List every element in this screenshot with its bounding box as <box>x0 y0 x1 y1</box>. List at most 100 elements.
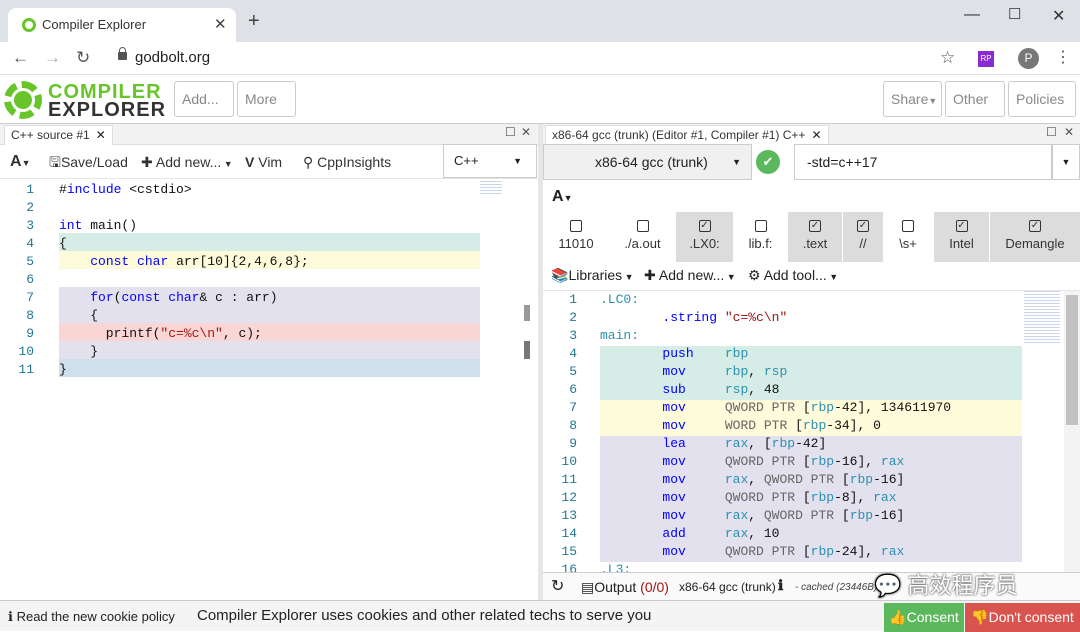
assembly-output[interactable]: 1 .LC0: 2 .string "c=%c\n" 3 main: 4 push rbp… <box>543 290 1080 572</box>
compiler-name: x86-64 gcc (trunk) <box>595 154 708 170</box>
code-line: } <box>59 362 67 377</box>
scrollbar-thumb[interactable] <box>1066 295 1078 425</box>
line-number: 3 <box>26 218 34 233</box>
minimap[interactable] <box>1024 291 1060 343</box>
asm-line: main: <box>600 328 640 343</box>
asm-line: .LC0: <box>600 292 640 307</box>
other-menu-label: Other <box>953 91 989 107</box>
checkbox-checked-icon: ✓ <box>1029 220 1041 232</box>
filter-toggle[interactable]: 11010 <box>543 212 609 262</box>
compiler-tab[interactable]: x86-64 gcc (trunk) (Editor #1, Compiler … <box>545 125 829 145</box>
caret-icon: ▼ <box>21 158 31 168</box>
cached-status: - cached (23446B) <box>795 582 878 593</box>
font-size-button[interactable]: A▼ <box>552 188 572 206</box>
thumbs-up-icon: 👍 <box>889 609 907 625</box>
vim-toggle-button[interactable]: V Vim <box>245 146 282 180</box>
new-tab-icon[interactable]: + <box>248 11 260 31</box>
save-load-button[interactable]: 🖫Save/Load <box>49 146 128 180</box>
info-icon[interactable]: ℹ <box>778 577 783 594</box>
profile-avatar[interactable]: P <box>1018 48 1039 69</box>
language-select[interactable]: C++ ▼ <box>443 144 537 178</box>
add-new-button[interactable]: ✚ Add new... ▼ <box>141 146 233 180</box>
checkbox-checked-icon: ✓ <box>955 220 968 232</box>
compiler-explorer-logo[interactable]: COMPILER EXPLORER <box>2 79 165 121</box>
line-number: 6 <box>26 272 34 287</box>
line-number: 4 <box>569 346 577 361</box>
editor-tab[interactable]: C++ source #1 ✕ <box>4 125 113 145</box>
close-pane-icon[interactable]: ✕ <box>521 125 531 139</box>
address-bar[interactable]: godbolt.org <box>135 49 210 66</box>
code-line: for(const char& c : arr) <box>90 290 278 305</box>
filter-toggle[interactable]: ./a.out <box>609 212 676 262</box>
filter-toggle[interactable]: lib.f: <box>743 212 778 262</box>
output-label: Output <box>594 579 637 595</box>
extension-icon[interactable]: RP <box>978 51 994 67</box>
maximize-icon[interactable]: ☐ <box>1008 5 1021 23</box>
asm-line: mov WORD PTR [rbp-34], 0 <box>662 418 881 433</box>
output-icon: ▤ <box>581 579 595 595</box>
checkbox-icon <box>754 220 767 232</box>
more-menu-button[interactable]: More ▼ <box>237 81 296 140</box>
add-tool-button[interactable]: ⚙ Add tool... ▼ <box>748 267 838 284</box>
maximize-pane-icon[interactable]: ☐ <box>505 125 516 139</box>
consent-button[interactable]: 👍Consent <box>884 603 964 632</box>
code-line: const char arr[10]{2,4,6,8}; <box>90 254 309 269</box>
minimize-icon[interactable]: — <box>964 6 980 24</box>
libraries-button[interactable]: 📚Libraries ▼ <box>551 267 634 284</box>
close-tab-icon[interactable]: ✕ <box>214 15 227 33</box>
add-menu-label: Add... <box>182 91 219 107</box>
font-size-button[interactable]: A▼ <box>10 146 30 180</box>
editor-tab-strip: C++ source #1 ✕ ☐ ✕ <box>0 124 538 145</box>
libraries-label: Libraries <box>568 267 623 283</box>
scrollbar-thumb[interactable] <box>524 341 530 359</box>
compiler-options-input[interactable]: -std=c++17 <box>794 144 1052 180</box>
reload-icon[interactable]: ↻ <box>76 48 90 68</box>
code-line: printf("c=%c\n", c); <box>59 326 262 341</box>
forward-icon[interactable]: → <box>44 48 61 68</box>
close-pane-icon[interactable]: ✕ <box>1064 125 1074 139</box>
output-button[interactable]: ▤Output (0/0) <box>581 579 669 596</box>
browser-tab[interactable]: Compiler Explorer ✕ <box>8 8 236 42</box>
options-dropdown-button[interactable]: ▼ <box>1052 144 1080 180</box>
browser-toolbar: ← → ↻ godbolt.org ☆ RP <box>0 42 1080 75</box>
filter-label: // <box>859 236 867 251</box>
close-tab-icon[interactable]: ✕ <box>811 128 821 142</box>
cookie-policy-link[interactable]: ℹ Read the new cookie policy <box>8 609 175 625</box>
share-menu-button[interactable]: Share▼ <box>883 81 942 117</box>
code-editor[interactable]: 1 #include <cstdio> 2 3 int main() 4 {5 const … <box>0 178 538 600</box>
add-menu-button[interactable]: Add... ▼ <box>174 81 234 140</box>
asm-line: add rax, 10 <box>662 526 780 541</box>
filter-toggle[interactable]: ✓ .text <box>788 212 842 262</box>
filter-toggle[interactable]: \s+ <box>886 212 930 262</box>
filter-label: ./a.out <box>624 236 661 251</box>
compiler-select[interactable]: x86-64 gcc (trunk) ▼ <box>543 144 752 180</box>
browser-menu-icon[interactable]: ⋮ <box>1055 47 1071 67</box>
filter-toggle[interactable]: ✓ // <box>843 212 883 262</box>
add-new-label: Add new... <box>155 154 222 170</box>
minimap[interactable] <box>480 181 502 195</box>
window-close-icon[interactable]: ✕ <box>1052 6 1065 26</box>
checkbox-icon <box>902 220 914 232</box>
watermark: 💬 高效程序员 <box>874 573 1018 598</box>
scrollbar-thumb[interactable] <box>524 305 530 321</box>
back-icon[interactable]: ← <box>12 48 29 68</box>
cookie-message: Compiler Explorer uses cookies and other… <box>197 607 652 624</box>
filter-toggle[interactable]: ✓ Intel <box>934 212 989 262</box>
maximize-pane-icon[interactable]: ☐ <box>1046 125 1057 139</box>
other-menu-button[interactable]: Other ▼ <box>945 81 1005 140</box>
asm-line: mov rbp, rsp <box>662 364 788 379</box>
policies-menu-button[interactable]: Policies ▼ <box>1008 81 1076 140</box>
highlight-band <box>59 305 480 323</box>
filter-label: Intel <box>949 236 974 251</box>
filter-toggle[interactable]: ✓ .LX0: <box>676 212 733 262</box>
info-icon: ℹ <box>8 609 13 624</box>
line-number: 15 <box>561 544 577 559</box>
cppinsights-button[interactable]: ⚲ CppInsights <box>303 146 391 180</box>
dont-consent-button[interactable]: 👎Don't consent <box>965 603 1080 632</box>
line-number: 3 <box>569 328 577 343</box>
add-new-button[interactable]: ✚ Add new... ▼ <box>644 267 736 284</box>
recompile-icon[interactable]: ↻ <box>551 576 564 596</box>
bookmark-star-icon[interactable]: ☆ <box>940 48 955 68</box>
close-tab-icon[interactable]: ✕ <box>96 128 106 142</box>
filter-toggle[interactable]: ✓ Demangle <box>990 212 1080 262</box>
